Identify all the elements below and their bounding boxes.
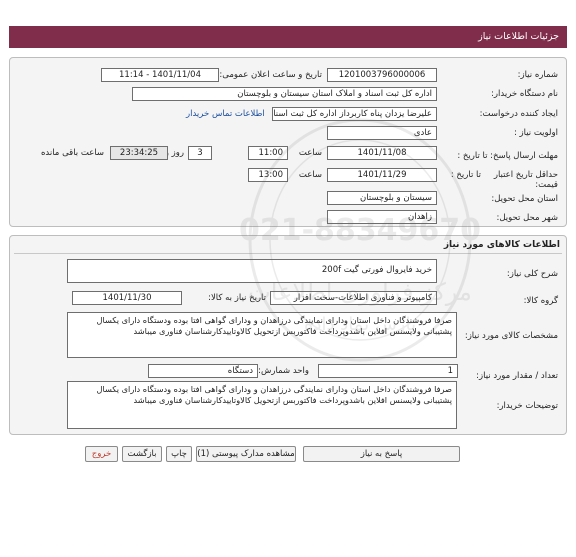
section-divider bbox=[14, 253, 562, 254]
exit-button[interactable]: خروج bbox=[85, 446, 118, 462]
days-field: 3 bbox=[188, 146, 212, 160]
priority-field: عادی bbox=[327, 126, 437, 140]
announce-label: تاریخ و ساعت اعلان عمومی: bbox=[219, 70, 322, 80]
remaining-label: ساعت باقی مانده bbox=[40, 148, 104, 158]
buyer-org-label: نام دستگاه خریدار: bbox=[491, 89, 558, 99]
validity-time-field: 13:00 bbox=[248, 168, 288, 182]
validity-date-field: 1401/11/29 bbox=[327, 168, 437, 182]
requester-label: ایجاد کننده درخواست: bbox=[479, 109, 558, 119]
validity-time-label: ساعت bbox=[298, 170, 322, 180]
priority-label: اولویت نیاز : bbox=[513, 128, 558, 138]
unit-label: واحد شمارش: bbox=[258, 366, 309, 376]
buyer-notes-textarea: صرفا فروشندگان داخل استان ودارای نمایندگ… bbox=[67, 381, 457, 429]
deadline-time-field: 11:00 bbox=[248, 146, 288, 160]
delivery-city-label: شهر محل تحویل: bbox=[496, 213, 558, 223]
back-button[interactable]: بازگشت bbox=[122, 446, 162, 462]
need-date-label: تاریخ نیاز به کالا: bbox=[208, 293, 266, 303]
group-label: گروه کالا: bbox=[523, 296, 558, 306]
summary-label: شرح کلی نیاز: bbox=[506, 269, 558, 279]
need-number-label: شماره نیاز: bbox=[517, 70, 558, 80]
deadline-label: مهلت ارسال پاسخ: تا تاریخ : bbox=[457, 151, 558, 161]
summary-field: خرید فایروال فورتی گیت 200f bbox=[67, 259, 437, 283]
requester-field: علیرضا یزدان پناه کاربرداز اداره کل ثبت … bbox=[272, 107, 437, 121]
deadline-date-field: 1401/11/08 bbox=[327, 146, 437, 160]
reply-button[interactable]: پاسخ به نیاز bbox=[303, 446, 460, 462]
group-field: کامپیوتر و فناوری اطلاعات-سخت افزار bbox=[270, 291, 437, 305]
remaining-time-field: 23:34:25 bbox=[110, 146, 168, 160]
delivery-city-field: زاهدان bbox=[327, 210, 437, 224]
delivery-province-label: استان محل تحویل: bbox=[491, 194, 558, 204]
need-date-field: 1401/11/30 bbox=[72, 291, 182, 305]
validity-prefix: تا تاریخ : bbox=[450, 170, 481, 180]
need-info-panel bbox=[9, 57, 567, 227]
print-button[interactable]: چاپ bbox=[166, 446, 192, 462]
need-number-field: 1201003796000006 bbox=[327, 68, 437, 82]
specs-textarea: صرفا فروشندگان داخل استان ودارای نمایندگ… bbox=[67, 312, 457, 358]
deadline-time-label: ساعت bbox=[298, 148, 322, 158]
delivery-province-field: سیستان و بلوچستان bbox=[327, 191, 437, 205]
buyer-org-field: اداره کل ثبت اسناد و املاک استان سیستان … bbox=[132, 87, 437, 101]
buyer-notes-label: توضیحات خریدار: bbox=[496, 401, 558, 411]
contact-info-link[interactable]: اطلاعات تماس خریدار bbox=[186, 109, 265, 119]
validity-label: حداقل تاریخ اعتبار قیمت: bbox=[493, 170, 558, 190]
goods-section-title: اطلاعات کالاهای مورد نیاز bbox=[443, 240, 560, 250]
unit-field: دستگاه bbox=[148, 364, 258, 378]
page-title: جزئیات اطلاعات نیاز bbox=[9, 26, 567, 48]
qty-field: 1 bbox=[318, 364, 458, 378]
announce-field: 1401/11/04 - 11:14 bbox=[101, 68, 219, 82]
qty-label: تعداد / مقدار مورد نیاز: bbox=[476, 371, 558, 381]
view-attachments-button[interactable]: مشاهده مدارک پیوستی (1) bbox=[196, 446, 296, 462]
specs-label: مشخصات کالای مورد نیاز: bbox=[464, 331, 558, 341]
